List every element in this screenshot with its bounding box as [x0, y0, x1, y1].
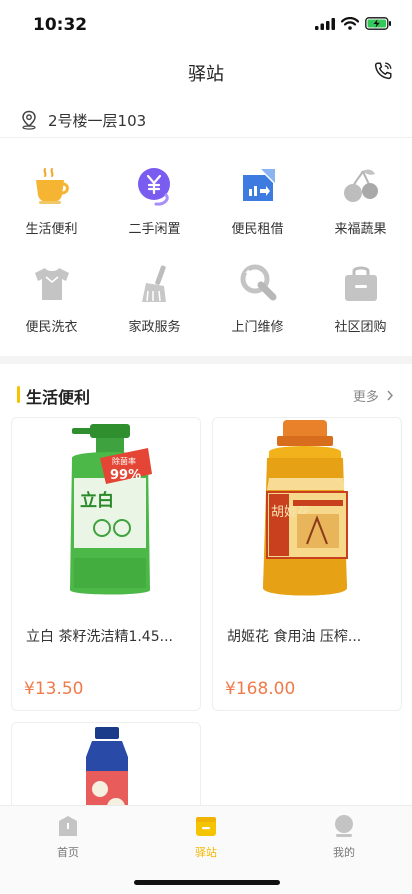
home-indicator [134, 880, 280, 885]
tshirt-icon [35, 268, 69, 300]
section-header: 生活便利 更多 [0, 380, 412, 410]
more-link[interactable]: 更多 [353, 386, 394, 405]
more-label: 更多 [352, 390, 379, 405]
product-card[interactable]: 胡姬花 胡姬花 食用油 压榨... ¥168.00 [212, 417, 402, 711]
service-label: 上门维修 [231, 320, 284, 335]
home-icon [59, 816, 77, 836]
service-item-life-convenience[interactable]: 生活便利 [0, 160, 103, 250]
badge-text: 除菌率 [112, 456, 136, 466]
service-label: 家政服务 [128, 320, 181, 335]
brand-text: 立白 [80, 490, 114, 511]
station-box-icon [196, 817, 216, 836]
signal-icon [315, 17, 335, 30]
service-item-repair[interactable]: 上门维修 [206, 258, 309, 348]
service-grid: 生活便利 二手闲置 便民租借 来福蔬果 便民洗衣 家政服务 上门维修 社区团购 [0, 160, 412, 350]
service-item-fruit-veg[interactable]: 来福蔬果 [309, 160, 412, 250]
page-title: 驿站 [188, 64, 224, 85]
tab-station[interactable]: 驿站 [166, 814, 246, 860]
tab-label: 我的 [333, 846, 355, 859]
service-label: 社区团购 [334, 320, 387, 335]
status-time: 10:32 [33, 15, 88, 35]
address-text: 2号楼一层103 [48, 112, 147, 130]
product-image-dish-soap: 立白 除菌率 99% [70, 424, 152, 595]
service-label: 便民租借 [231, 222, 284, 237]
status-bar: 10:32 [0, 0, 412, 50]
wifi-icon [341, 17, 359, 30]
product-price: ¥13.50 [24, 679, 84, 699]
service-item-rental[interactable]: 便民租借 [206, 160, 309, 250]
chevron-right-icon [387, 390, 393, 401]
tab-home[interactable]: 首页 [28, 814, 108, 860]
coffee-cup-icon [36, 168, 69, 204]
service-label: 二手闲置 [128, 222, 181, 237]
service-item-housekeeping[interactable]: 家政服务 [103, 258, 206, 348]
broom-icon [142, 265, 166, 302]
battery-charging-icon [365, 17, 391, 30]
cherry-icon [344, 169, 378, 202]
section-divider [0, 356, 412, 364]
wrench-icon [240, 264, 277, 301]
badge-value: 99% [110, 468, 141, 483]
location-pin-icon [22, 110, 36, 130]
tab-mine[interactable]: 我的 [304, 814, 384, 860]
section-title: 生活便利 [26, 388, 91, 407]
product-price: ¥168.00 [225, 679, 296, 699]
tab-label: 首页 [57, 846, 79, 859]
yen-exchange-icon [138, 168, 170, 206]
service-item-laundry[interactable]: 便民洗衣 [0, 258, 103, 348]
service-item-group-buy[interactable]: 社区团购 [309, 258, 412, 348]
product-image-cooking-oil: 胡姬花 [263, 420, 348, 596]
phone-icon[interactable] [372, 60, 394, 82]
product-name: 胡姬花 食用油 压榨... [227, 629, 362, 645]
status-icons [315, 17, 392, 30]
nav-header: 驿站 [0, 50, 412, 96]
address-bar[interactable]: 2号楼一层103 [0, 104, 412, 138]
service-label: 便民洗衣 [25, 320, 78, 335]
product-name: 立白 茶籽洗洁精1.45... [26, 629, 173, 645]
service-label: 来福蔬果 [334, 222, 387, 237]
product-card[interactable]: 立白 除菌率 99% 立白 茶籽洗洁精1.45... ¥13.50 [11, 417, 201, 711]
service-item-second-hand[interactable]: 二手闲置 [103, 160, 206, 250]
section-accent-bar [17, 386, 20, 403]
rental-arrow-icon [243, 169, 275, 201]
shopping-bag-icon [345, 266, 377, 301]
tab-label: 驿站 [195, 846, 217, 859]
user-profile-icon [335, 815, 353, 837]
service-label: 生活便利 [25, 222, 78, 237]
